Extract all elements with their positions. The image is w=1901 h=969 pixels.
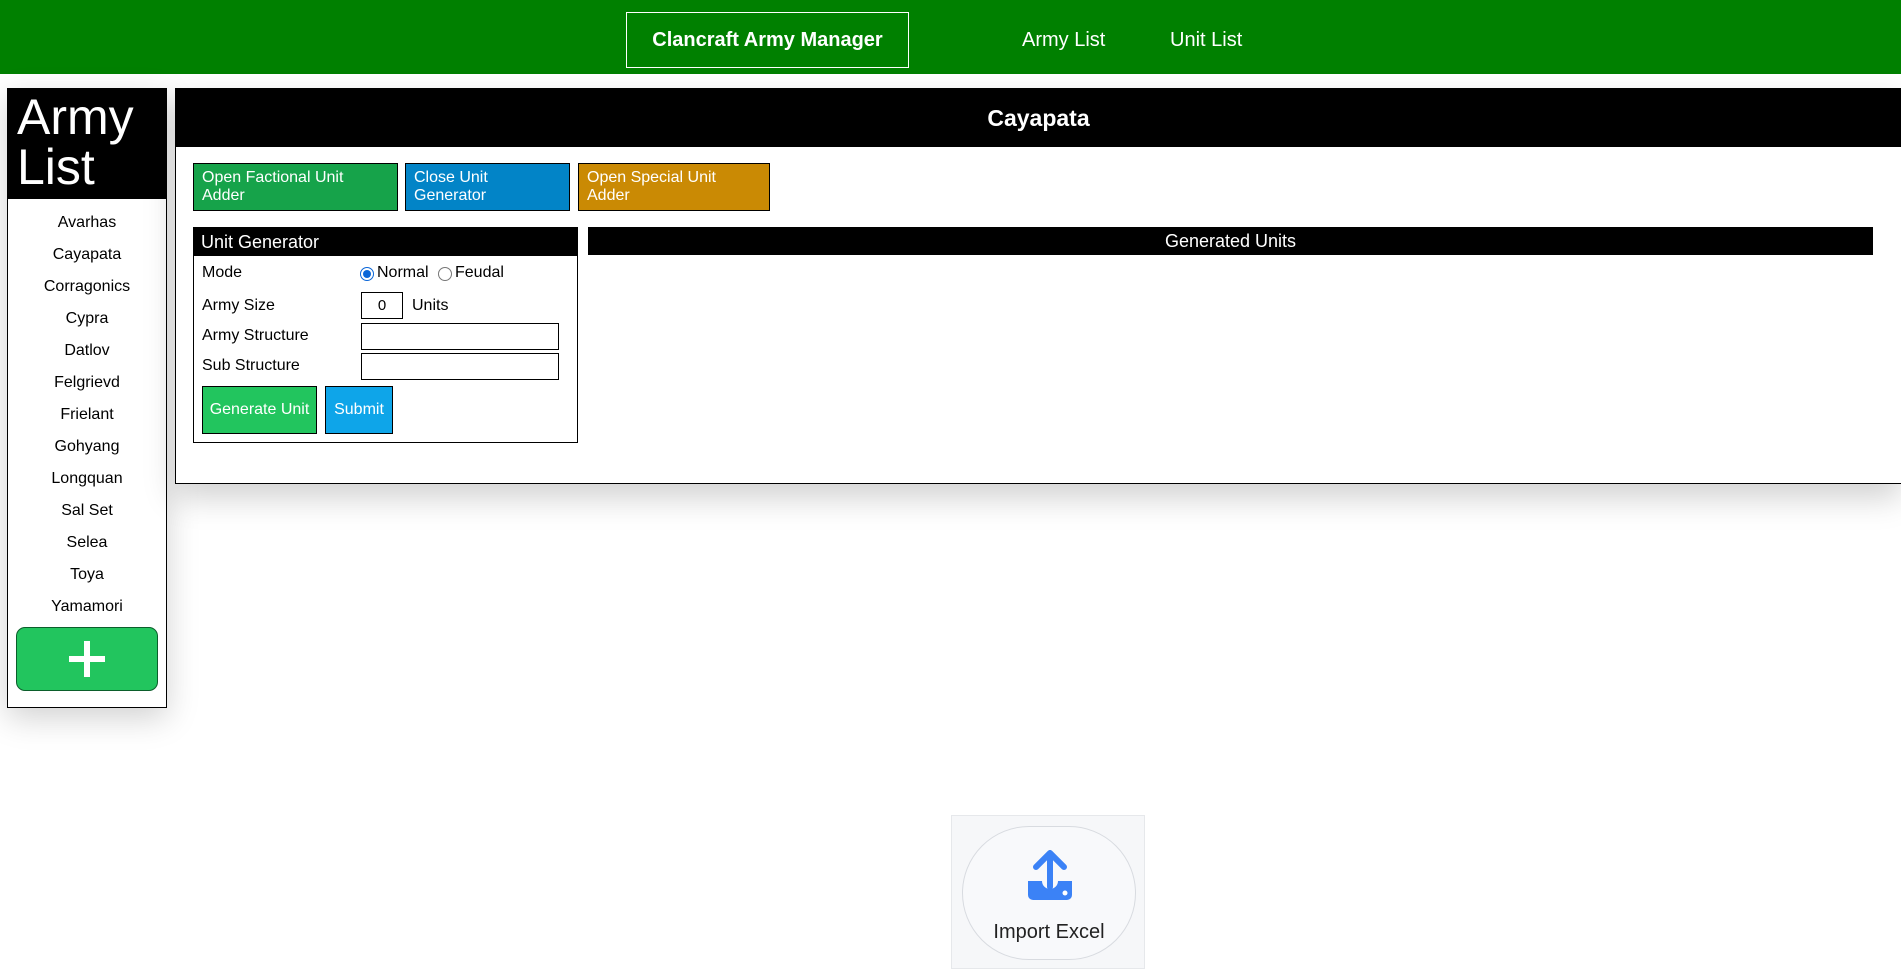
import-excel-button[interactable]: Import Excel [962,826,1136,960]
sidebar-item-selea[interactable]: Selea [8,527,166,559]
nav-army-list[interactable]: Army List [1022,12,1105,68]
mode-feudal-radio[interactable] [438,267,452,281]
sidebar-item-felgrievd[interactable]: Felgrievd [8,367,166,399]
import-excel-area: Import Excel [951,815,1145,969]
import-excel-label[interactable]: Import Excel [963,921,1135,944]
army-size-input[interactable] [361,292,403,319]
sidebar-item-frielant[interactable]: Frielant [8,399,166,431]
mode-normal-label[interactable]: Normal [377,264,429,282]
sidebar-item-sal-set[interactable]: Sal Set [8,495,166,527]
nav-unit-list[interactable]: Unit List [1170,12,1242,68]
sidebar-item-avarhas[interactable]: Avarhas [8,207,166,239]
sidebar-title-line2: List [17,139,95,195]
mode-label: Mode [202,264,243,281]
mode-normal-radio[interactable] [360,267,374,281]
sidebar-item-corragonics[interactable]: Corragonics [8,271,166,303]
plus-icon [69,641,105,677]
sidebar-item-longquan[interactable]: Longquan [8,463,166,495]
sidebar-item-cypra[interactable]: Cypra [8,303,166,335]
unit-generator-header: Unit Generator [194,228,577,256]
army-structure-input[interactable] [361,323,559,350]
mode-feudal-label[interactable]: Feudal [455,264,504,282]
open-factional-unit-adder-button[interactable]: Open Factional Unit Adder [193,163,398,211]
army-structure-label: Army Structure [202,327,309,344]
unit-generator-panel: Unit Generator Mode Normal Feudal Army S… [193,227,578,443]
upload-icon [1028,850,1072,900]
add-army-button[interactable] [16,627,158,691]
sidebar-item-cayapata[interactable]: Cayapata [8,239,166,271]
sub-structure-label: Sub Structure [202,357,300,374]
sidebar-item-toya[interactable]: Toya [8,559,166,591]
top-navbar: Clancraft Army Manager Army List Unit Li… [0,0,1901,80]
sub-structure-input[interactable] [361,353,559,380]
sidebar-title-line1: Army [17,89,134,145]
submit-button[interactable]: Submit [325,386,393,434]
army-detail-panel: Cayapata Open Factional Unit Adder Close… [175,88,1901,484]
army-list-sidebar: Army List Avarhas Cayapata Corragonics C… [7,88,167,708]
open-special-unit-adder-button[interactable]: Open Special Unit Adder [578,163,770,211]
generated-units-header: Generated Units [588,227,1873,255]
sidebar-item-yamamori[interactable]: Yamamori [8,591,166,623]
army-size-label: Army Size [202,297,275,314]
generate-unit-button[interactable]: Generate Unit [202,386,317,434]
army-title: Cayapata [176,89,1901,147]
sidebar-item-datlov[interactable]: Datlov [8,335,166,367]
sidebar-item-gohyang[interactable]: Gohyang [8,431,166,463]
sidebar-title: Army List [8,89,166,199]
close-unit-generator-button[interactable]: Close Unit Generator [405,163,570,211]
army-size-unit: Units [412,297,449,314]
brand-link[interactable]: Clancraft Army Manager [626,12,909,68]
army-list: Avarhas Cayapata Corragonics Cypra Datlo… [8,199,166,623]
